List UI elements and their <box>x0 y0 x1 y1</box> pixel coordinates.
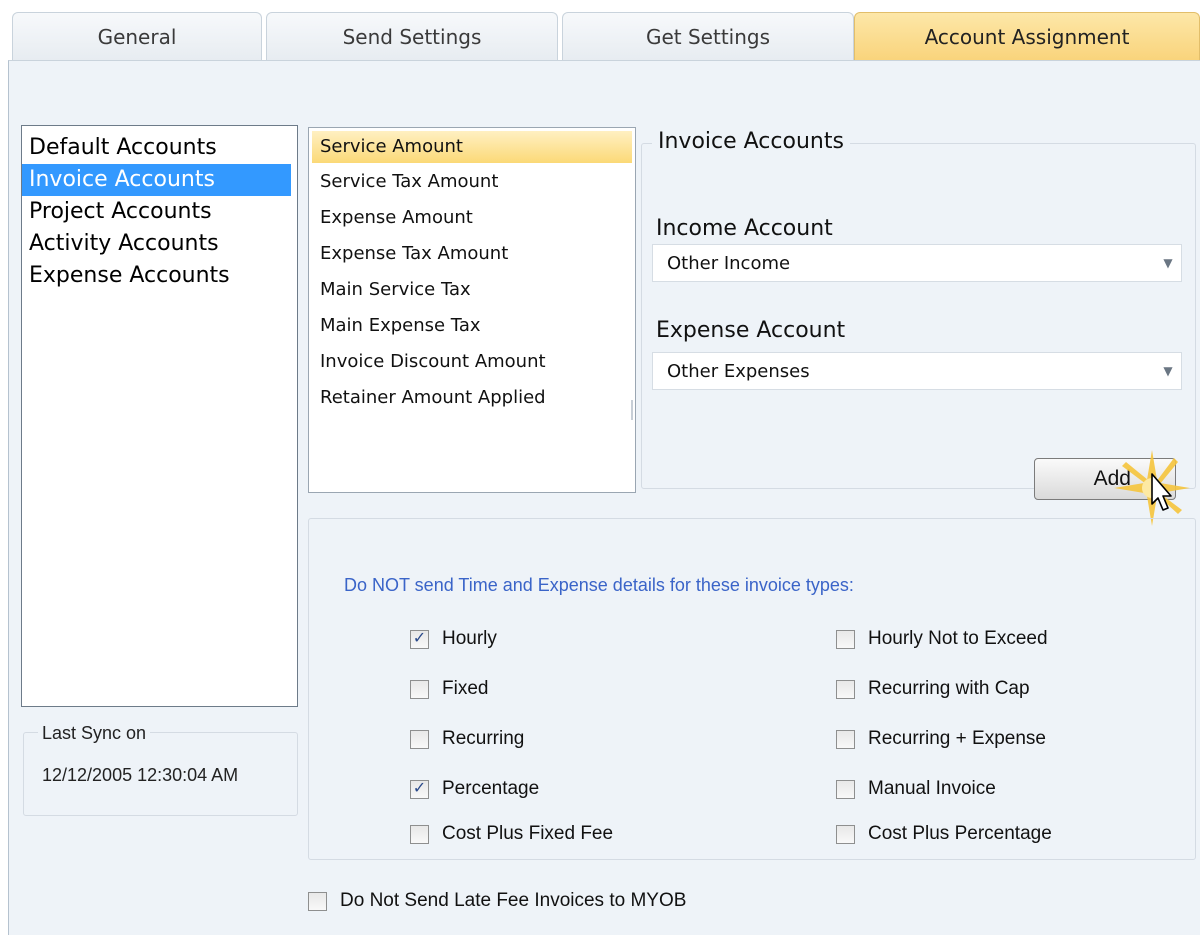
checkbox-box[interactable] <box>308 891 327 911</box>
account-category-activity[interactable]: Activity Accounts <box>22 228 297 260</box>
checkbox-box[interactable] <box>836 679 855 699</box>
checkbox-recurring-with-cap[interactable]: Recurring with Cap <box>836 678 1030 700</box>
tab-account-assignment[interactable]: Account Assignment <box>854 12 1200 60</box>
checkbox-label: Recurring with Cap <box>868 678 1030 699</box>
tab-label: Account Assignment <box>924 24 1130 49</box>
invoice-accounts-group: Invoice Accounts Income Account Other In… <box>641 129 1196 489</box>
account-category-invoice[interactable]: Invoice Accounts <box>22 164 291 196</box>
amount-item-expense-amount[interactable]: Expense Amount <box>309 200 635 236</box>
account-category-expense[interactable]: Expense Accounts <box>22 260 297 292</box>
checkbox-label: Manual Invoice <box>868 778 996 799</box>
checkbox-label: Hourly Not to Exceed <box>868 628 1048 649</box>
checkbox-label: Do Not Send Late Fee Invoices to MYOB <box>340 890 687 911</box>
income-account-dropdown[interactable]: Other Income ▼ <box>652 244 1182 282</box>
checkbox-box[interactable]: ✓ <box>410 779 429 799</box>
checkbox-label: Fixed <box>442 678 489 699</box>
checkbox-late-fee-invoices[interactable]: Do Not Send Late Fee Invoices to MYOB <box>308 890 686 912</box>
checkbox-hourly-not-to-exceed[interactable]: Hourly Not to Exceed <box>836 628 1048 650</box>
checkbox-label: Cost Plus Fixed Fee <box>442 823 614 844</box>
invoice-types-heading: Do NOT send Time and Expense details for… <box>344 575 854 595</box>
checkbox-recurring-plus-expense[interactable]: Recurring + Expense <box>836 728 1046 750</box>
checkbox-cost-plus-percentage[interactable]: Cost Plus Percentage <box>836 823 1052 845</box>
amount-item-expense-tax-amount[interactable]: Expense Tax Amount <box>309 236 635 272</box>
tab-label: General <box>97 24 177 49</box>
amount-item-service-amount[interactable]: Service Amount <box>312 131 632 163</box>
checkbox-box[interactable] <box>410 679 429 699</box>
last-sync-value: 12/12/2005 12:30:04 AM <box>42 765 239 785</box>
tab-get-settings[interactable]: Get Settings <box>562 12 854 60</box>
tab-label: Get Settings <box>645 24 771 49</box>
checkbox-box[interactable] <box>836 779 855 799</box>
invoice-accounts-title: Invoice Accounts <box>652 129 850 154</box>
checkbox-recurring[interactable]: Recurring <box>410 728 524 750</box>
checkbox-box[interactable] <box>836 629 855 649</box>
amount-item-retainer-amount-applied[interactable]: Retainer Amount Applied <box>309 380 635 416</box>
expense-account-value: Other Expenses <box>667 360 810 382</box>
expense-account-dropdown[interactable]: Other Expenses ▼ <box>652 352 1182 390</box>
checkbox-label: Recurring + Expense <box>868 728 1046 749</box>
checkbox-cost-plus-fixed-fee[interactable]: Cost Plus Fixed Fee <box>410 823 613 845</box>
last-sync-group: Last Sync on 12/12/2005 12:30:04 AM <box>23 723 298 816</box>
amount-item-main-expense-tax[interactable]: Main Expense Tax <box>309 308 635 344</box>
account-category-default[interactable]: Default Accounts <box>22 132 297 164</box>
checkbox-box[interactable] <box>410 824 429 844</box>
tab-general[interactable]: General <box>12 12 262 60</box>
amount-type-list[interactable]: Service Amount Service Tax Amount Expens… <box>308 127 636 493</box>
expense-account-label: Expense Account <box>656 318 846 343</box>
account-category-project[interactable]: Project Accounts <box>22 196 297 228</box>
checkbox-manual-invoice[interactable]: Manual Invoice <box>836 778 996 800</box>
checkbox-percentage[interactable]: ✓ Percentage <box>410 778 539 800</box>
tab-send-settings[interactable]: Send Settings <box>266 12 558 60</box>
chevron-down-icon[interactable]: ▼ <box>1161 255 1175 271</box>
checkbox-box[interactable] <box>836 729 855 749</box>
income-account-value: Other Income <box>667 252 791 274</box>
checkbox-box[interactable]: ✓ <box>410 629 429 649</box>
checkbox-hourly[interactable]: ✓ Hourly <box>410 628 497 650</box>
amount-item-service-tax-amount[interactable]: Service Tax Amount <box>309 164 635 200</box>
checkbox-label: Hourly <box>442 628 497 649</box>
chevron-down-icon[interactable]: ▼ <box>1161 363 1175 379</box>
list-scroll-indicator <box>631 400 633 420</box>
amount-item-invoice-discount-amount[interactable]: Invoice Discount Amount <box>309 344 635 380</box>
amount-item-main-service-tax[interactable]: Main Service Tax <box>309 272 635 308</box>
checkbox-label: Cost Plus Percentage <box>868 823 1052 844</box>
tab-strip: General Send Settings Get Settings Accou… <box>8 0 1200 60</box>
checkbox-box[interactable] <box>836 824 855 844</box>
checkbox-fixed[interactable]: Fixed <box>410 678 488 700</box>
checkbox-box[interactable] <box>410 729 429 749</box>
tab-label: Send Settings <box>342 24 482 49</box>
income-account-label: Income Account <box>656 216 833 241</box>
last-sync-label: Last Sync on <box>38 723 151 744</box>
checkbox-label: Percentage <box>442 778 540 799</box>
add-button[interactable]: Add <box>1034 458 1176 500</box>
checkbox-label: Recurring <box>442 728 525 749</box>
account-category-list[interactable]: Default Accounts Invoice Accounts Projec… <box>21 125 298 707</box>
